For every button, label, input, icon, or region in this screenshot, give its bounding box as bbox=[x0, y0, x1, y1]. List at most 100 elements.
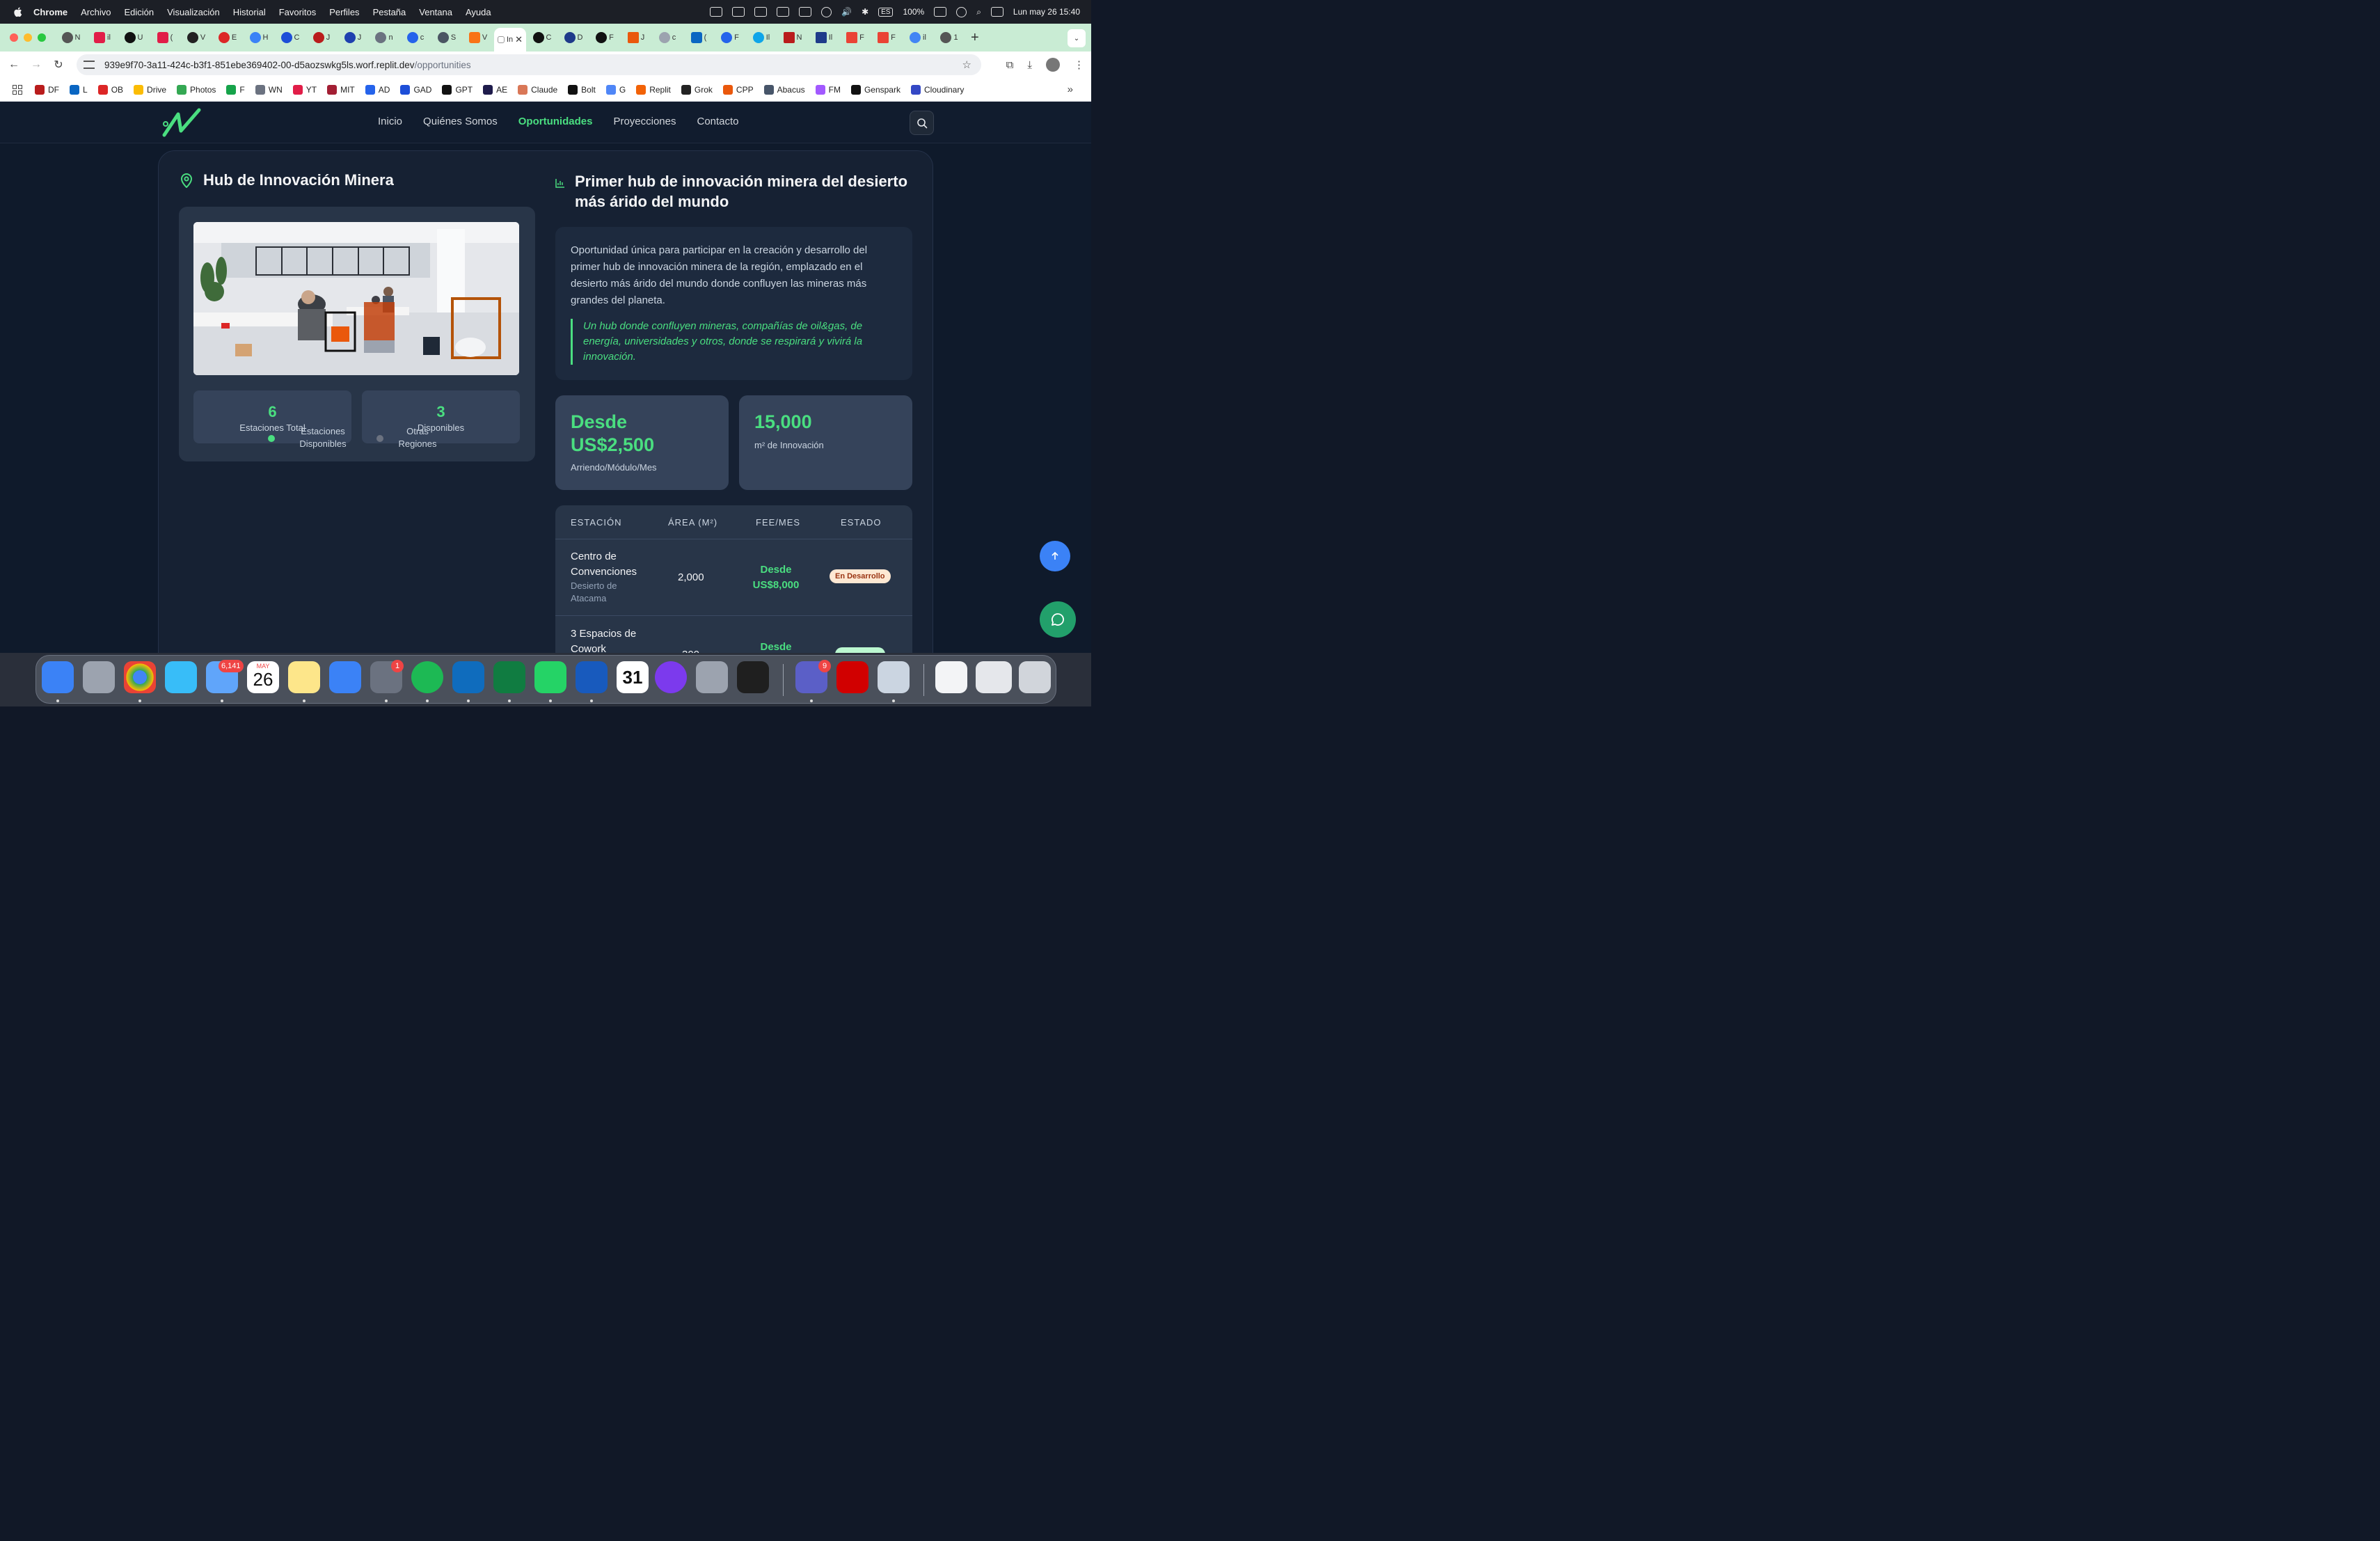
browser-tab[interactable]: 1 bbox=[934, 27, 965, 48]
bookmark-item[interactable]: F bbox=[226, 84, 245, 95]
browser-tab[interactable]: E bbox=[212, 27, 243, 48]
browser-tab[interactable]: ( bbox=[683, 27, 714, 48]
bookmark-item[interactable]: Abacus bbox=[763, 84, 805, 95]
menu-visualizacion[interactable]: Visualización bbox=[167, 7, 220, 17]
bookmark-item[interactable]: YT bbox=[292, 84, 317, 95]
volume-icon[interactable]: 🔊 bbox=[841, 7, 852, 17]
dock-outlook-icon[interactable] bbox=[452, 661, 484, 693]
dock-calendar31-icon[interactable]: 31 bbox=[617, 661, 649, 693]
bookmark-item[interactable]: CPP bbox=[722, 84, 754, 95]
extensions-icon[interactable]: ⧉ bbox=[1006, 59, 1014, 71]
input-source-indicator[interactable]: ES bbox=[878, 7, 894, 17]
nav-link-oportunidades[interactable]: Oportunidades bbox=[518, 116, 593, 127]
bookmark-item[interactable]: DF bbox=[35, 84, 59, 95]
bluetooth-icon[interactable]: ✱ bbox=[862, 7, 868, 17]
browser-tab[interactable]: F bbox=[589, 27, 620, 48]
close-tab-icon[interactable]: ✕ bbox=[515, 34, 523, 45]
nav-link-quienes-somos[interactable]: Quiénes Somos bbox=[423, 116, 498, 127]
browser-tab[interactable]: n bbox=[369, 27, 399, 48]
dock-trash-icon[interactable] bbox=[1019, 661, 1051, 693]
menu-edicion[interactable]: Edición bbox=[124, 7, 154, 17]
dock-chrome-icon[interactable] bbox=[124, 661, 156, 693]
browser-tab[interactable]: Il bbox=[746, 27, 777, 48]
browser-tab[interactable]: J bbox=[621, 27, 651, 48]
browser-tab[interactable]: C bbox=[527, 27, 557, 48]
menu-archivo[interactable]: Archivo bbox=[81, 7, 111, 17]
close-window-button[interactable] bbox=[10, 33, 18, 42]
browser-tab[interactable]: ( bbox=[150, 27, 180, 48]
clock[interactable]: Lun may 26 15:40 bbox=[1013, 7, 1080, 17]
more-menu-icon[interactable]: ⋮ bbox=[1074, 58, 1084, 71]
back-arrow-icon[interactable]: ← bbox=[3, 58, 25, 71]
status-outlook-icon[interactable] bbox=[732, 7, 745, 17]
browser-tab[interactable]: N bbox=[777, 27, 808, 48]
dock-whatsapp-icon[interactable] bbox=[534, 661, 566, 693]
browser-tab[interactable]: J bbox=[306, 27, 337, 48]
nav-link-proyecciones[interactable]: Proyecciones bbox=[613, 116, 676, 127]
browser-tab[interactable]: J bbox=[338, 27, 368, 48]
browser-tab[interactable]: Il bbox=[809, 27, 839, 48]
url-text[interactable]: 939e9f70-3a11-424c-b3f1-851ebe369402-00-… bbox=[104, 60, 471, 70]
dock-keynote-icon[interactable] bbox=[329, 661, 361, 693]
download-icon[interactable]: ⤓ bbox=[1027, 59, 1032, 71]
browser-tab[interactable]: V bbox=[181, 27, 212, 48]
dock-spotify-icon[interactable] bbox=[411, 661, 443, 693]
forward-arrow-icon[interactable]: → bbox=[25, 58, 47, 71]
browser-tab[interactable]: H bbox=[244, 27, 274, 48]
status-play-icon[interactable] bbox=[821, 6, 832, 17]
browser-tab[interactable]: S bbox=[431, 27, 462, 48]
tab-search-button[interactable]: ⌄ bbox=[1068, 29, 1086, 47]
spotlight-search-icon[interactable]: ⌕ bbox=[976, 7, 981, 17]
site-settings-icon[interactable] bbox=[84, 61, 95, 69]
menu-historial[interactable]: Historial bbox=[233, 7, 266, 17]
apple-icon[interactable] bbox=[13, 6, 22, 17]
menu-ventana[interactable]: Ventana bbox=[419, 7, 452, 17]
browser-tab[interactable]: F bbox=[715, 27, 745, 48]
browser-tab[interactable]: c bbox=[652, 27, 683, 48]
dock-downloads-stack-icon[interactable] bbox=[935, 661, 967, 693]
bookmark-item[interactable]: Cloudinary bbox=[910, 84, 964, 95]
browser-tab[interactable]: D bbox=[558, 27, 589, 48]
dock-safari-icon[interactable] bbox=[165, 661, 197, 693]
menu-pestana[interactable]: Pestaña bbox=[373, 7, 406, 17]
browser-tab[interactable]: N bbox=[56, 27, 86, 48]
chat-button[interactable] bbox=[1040, 601, 1076, 638]
bookmark-item[interactable]: GPT bbox=[442, 84, 473, 95]
dock-excel-icon[interactable] bbox=[493, 661, 525, 693]
wifi-icon[interactable] bbox=[956, 6, 967, 17]
dock-screen-recorder-icon[interactable] bbox=[655, 661, 687, 693]
site-search-button[interactable] bbox=[910, 111, 934, 135]
profile-avatar[interactable] bbox=[1046, 58, 1060, 72]
bookmark-item[interactable]: GAD bbox=[400, 84, 431, 95]
dock-replit-icon[interactable] bbox=[737, 661, 769, 693]
bookmark-item[interactable]: AE bbox=[483, 84, 507, 95]
bookmark-item[interactable]: G bbox=[605, 84, 626, 95]
browser-tab[interactable]: U bbox=[118, 27, 149, 48]
scroll-to-top-button[interactable] bbox=[1040, 541, 1070, 571]
site-logo[interactable] bbox=[160, 107, 203, 138]
status-drive-icon[interactable] bbox=[799, 7, 812, 17]
bookmark-star-icon[interactable]: ☆ bbox=[962, 58, 971, 71]
apps-grid-icon[interactable] bbox=[13, 84, 22, 95]
bookmark-item[interactable]: AD bbox=[365, 84, 390, 95]
browser-tab[interactable]: F bbox=[840, 27, 871, 48]
dock-acrobat-icon[interactable] bbox=[836, 661, 868, 693]
dock-launchpad-icon[interactable] bbox=[83, 661, 115, 693]
control-center-icon[interactable] bbox=[990, 7, 1003, 17]
browser-tab[interactable]: C bbox=[275, 27, 306, 48]
menu-favoritos[interactable]: Favoritos bbox=[279, 7, 316, 17]
nav-link-contacto[interactable]: Contacto bbox=[697, 116, 738, 127]
bookmark-item[interactable]: Replit bbox=[636, 84, 671, 95]
nav-link-inicio[interactable]: Inicio bbox=[378, 116, 402, 127]
address-bar[interactable]: 939e9f70-3a11-424c-b3f1-851ebe369402-00-… bbox=[77, 54, 981, 75]
menu-app-name[interactable]: Chrome bbox=[33, 7, 68, 17]
bookmark-item[interactable]: Claude bbox=[518, 84, 557, 95]
status-extension-icon[interactable] bbox=[710, 7, 723, 17]
browser-tab[interactable]: F bbox=[871, 27, 902, 48]
bookmark-item[interactable]: Drive bbox=[134, 84, 166, 95]
dock-word-icon[interactable] bbox=[576, 661, 608, 693]
bookmark-item[interactable]: Grok bbox=[681, 84, 713, 95]
battery-icon[interactable] bbox=[934, 7, 947, 17]
dock-calendar-icon[interactable]: MAY 26 bbox=[247, 661, 279, 693]
active-browser-tab[interactable]: In ✕ bbox=[494, 28, 526, 52]
